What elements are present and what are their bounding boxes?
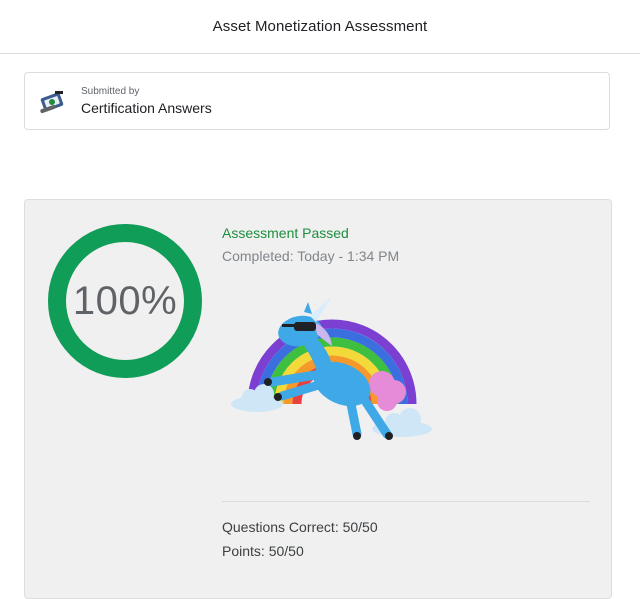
certificate-avatar-icon [40, 91, 64, 114]
completed-timestamp: Completed: Today - 1:34 PM [222, 248, 400, 264]
top-bar: Asset Monetization Assessment [0, 0, 640, 54]
submitted-by-label: Submitted by [81, 86, 140, 97]
points-score: Points: 50/50 [222, 543, 304, 559]
submitter-name: Certification Answers [81, 100, 212, 116]
submitted-by-card: Submitted by Certification Answers [24, 72, 610, 130]
assessment-status: Assessment Passed [222, 225, 349, 241]
score-percentage: 100% [72, 278, 178, 323]
page-title: Asset Monetization Assessment [212, 18, 428, 35]
questions-correct: Questions Correct: 50/50 [222, 519, 378, 535]
divider [222, 501, 590, 502]
assessment-result-panel: 100% Assessment Passed Completed: Today … [24, 199, 612, 599]
rainbow-unicorn-illustration [231, 296, 432, 440]
